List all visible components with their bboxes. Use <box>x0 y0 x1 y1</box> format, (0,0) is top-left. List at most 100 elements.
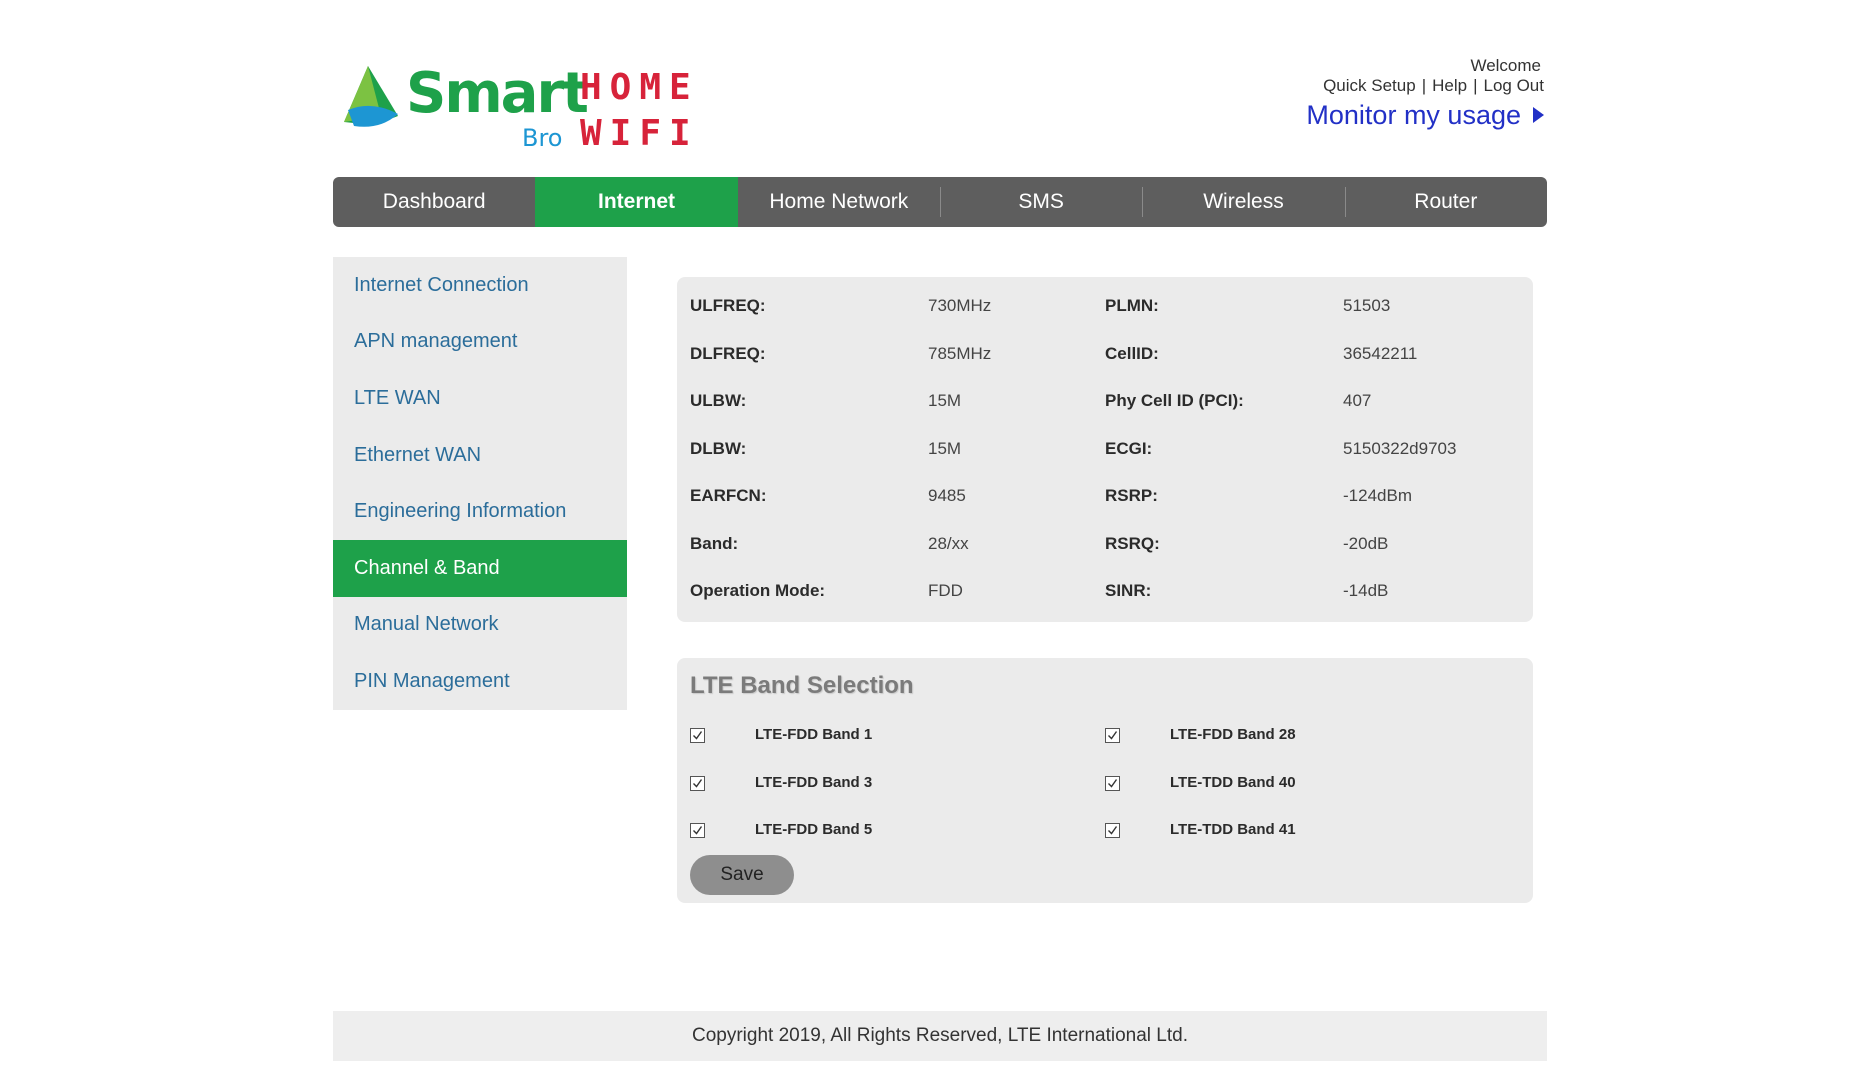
checkmark-icon <box>1108 778 1118 788</box>
band-label: LTE-FDD Band 5 <box>755 821 873 838</box>
info-row: DLBW: 15M ECGI: 5150322d9703 <box>677 437 1533 461</box>
info-value: -14dB <box>1343 581 1389 600</box>
checkmark-icon <box>1108 730 1118 740</box>
tab-dashboard[interactable]: Dashboard <box>333 177 535 227</box>
sidebar-item-internet-connection[interactable]: Internet Connection <box>333 257 627 314</box>
logo-bro-text: Bro <box>522 124 563 152</box>
tab-label: Home Network <box>769 190 909 213</box>
band-option: LTE-FDD Band 3 <box>690 771 872 795</box>
band-checkbox[interactable] <box>1105 822 1120 838</box>
header-links: Quick Setup | Help | Log Out <box>1306 76 1544 96</box>
info-label: PLMN: <box>1105 296 1159 315</box>
info-value: FDD <box>928 581 963 600</box>
sidebar: Internet Connection APN management LTE W… <box>333 257 627 710</box>
info-value: 730MHz <box>928 296 992 315</box>
smart-logo-mark-icon <box>344 66 398 127</box>
info-value: -20dB <box>1343 534 1389 553</box>
info-label: ECGI: <box>1105 439 1153 458</box>
info-value: -124dBm <box>1343 486 1412 505</box>
tab-wireless[interactable]: Wireless <box>1142 177 1344 227</box>
info-value: 15M <box>928 391 962 410</box>
monitor-usage-link[interactable]: Monitor my usage <box>1306 98 1544 132</box>
sidebar-item-channel-band[interactable]: Channel & Band <box>333 539 627 597</box>
band-checkbox[interactable] <box>1105 775 1120 791</box>
play-arrow-icon <box>1533 107 1544 123</box>
main-nav: Dashboard Internet Home Network SMS Wire… <box>333 177 1547 227</box>
link-separator: | <box>1421 76 1427 95</box>
footer: Copyright 2019, All Rights Reserved, LTE… <box>333 1011 1547 1061</box>
tab-router[interactable]: Router <box>1344 177 1547 227</box>
checkmark-icon <box>693 825 703 835</box>
sidebar-item-ethernet-wan[interactable]: Ethernet WAN <box>333 427 627 484</box>
band-option: LTE-TDD Band 41 <box>1105 818 1296 842</box>
info-label: ULFREQ: <box>690 296 766 315</box>
band-option: LTE-FDD Band 28 <box>1105 723 1296 747</box>
info-label: Band: <box>690 534 739 553</box>
sidebar-item-pin-management[interactable]: PIN Management <box>333 653 627 710</box>
info-label: EARFCN: <box>690 486 767 505</box>
tab-internet[interactable]: Internet <box>535 177 738 227</box>
info-row: EARFCN: 9485 RSRP: -124dBm <box>677 484 1533 508</box>
tab-label: Internet <box>597 190 675 213</box>
tab-home-network[interactable]: Home Network <box>738 177 940 227</box>
band-option: LTE-FDD Band 1 <box>690 723 872 747</box>
info-value: 15M <box>928 439 962 458</box>
channel-info-panel: ULFREQ: 730MHz PLMN: 51503 DLFREQ: 785MH… <box>677 277 1533 622</box>
info-value: 51503 <box>1343 296 1391 315</box>
info-label: RSRQ: <box>1105 534 1160 553</box>
logout-link[interactable]: Log Out <box>1484 76 1545 95</box>
band-checkbox[interactable] <box>1105 727 1120 743</box>
tab-label: SMS <box>1018 190 1064 213</box>
checkmark-icon <box>693 778 703 788</box>
band-option: LTE-FDD Band 5 <box>690 818 872 842</box>
info-label: DLFREQ: <box>690 344 766 363</box>
copyright-text: Copyright 2019, All Rights Reserved, LTE… <box>691 1025 1189 1046</box>
band-label: LTE-FDD Band 28 <box>1170 726 1296 743</box>
save-button[interactable]: Save <box>690 855 794 895</box>
user-links: Welcome Quick Setup | Help | Log Out Monitor… <box>1306 56 1544 132</box>
info-value: 28/xx <box>928 534 969 553</box>
sidebar-item-manual-network[interactable]: Manual Network <box>333 597 627 654</box>
sidebar-item-lte-wan[interactable]: LTE WAN <box>333 370 627 427</box>
info-value: 5150322d9703 <box>1343 439 1457 458</box>
band-checkbox[interactable] <box>690 775 705 791</box>
lte-band-selection-panel: LTE Band Selection LTE-FDD Band 1 LTE-FD… <box>677 658 1533 903</box>
info-value: 9485 <box>928 486 966 505</box>
band-checkbox[interactable] <box>690 822 705 838</box>
help-link[interactable]: Help <box>1432 76 1467 95</box>
logo-smart-text: Smart <box>406 61 589 126</box>
logo-home-text: HOME <box>580 67 699 108</box>
info-label: SINR: <box>1105 581 1152 600</box>
link-separator: | <box>1473 76 1478 95</box>
info-label: DLBW: <box>690 439 747 458</box>
band-checkbox[interactable] <box>690 727 705 743</box>
info-row: ULFREQ: 730MHz PLMN: 51503 <box>677 294 1533 318</box>
info-label: ULBW: <box>690 391 747 410</box>
info-row: ULBW: 15M Phy Cell ID (PCI): 407 <box>677 389 1533 413</box>
info-label: RSRP: <box>1105 486 1158 505</box>
info-label: CellID: <box>1105 344 1159 363</box>
tab-label: Router <box>1414 190 1478 213</box>
logo-wifi-text: WIFI <box>580 113 699 154</box>
info-value: 36542211 <box>1343 344 1418 363</box>
band-label: LTE-FDD Band 1 <box>755 726 873 743</box>
info-value: 407 <box>1343 391 1372 410</box>
quick-setup-link[interactable]: Quick Setup <box>1323 76 1416 95</box>
sidebar-item-apn-management[interactable]: APN management <box>333 314 627 371</box>
band-selection-title: LTE Band Selection <box>690 672 914 699</box>
info-value: 785MHz <box>928 344 992 363</box>
tab-sms[interactable]: SMS <box>939 177 1142 227</box>
tab-label: Dashboard <box>382 190 486 213</box>
sidebar-item-engineering-information[interactable]: Engineering Information <box>333 483 627 540</box>
checkmark-icon <box>1108 825 1118 835</box>
welcome-text: Welcome <box>1470 56 1541 75</box>
smart-bro-home-wifi-logo: Smart Bro HOME WIFI <box>336 60 726 156</box>
info-label: Phy Cell ID (PCI): <box>1105 391 1244 410</box>
tab-label: Wireless <box>1203 190 1284 213</box>
info-row: DLFREQ: 785MHz CellID: 36542211 <box>677 342 1533 366</box>
info-row: Operation Mode: FDD SINR: -14dB <box>677 579 1533 603</box>
band-option: LTE-TDD Band 40 <box>1105 771 1296 795</box>
monitor-usage-label: Monitor my usage <box>1306 100 1521 130</box>
checkmark-icon <box>693 730 703 740</box>
band-label: LTE-TDD Band 41 <box>1170 821 1296 838</box>
